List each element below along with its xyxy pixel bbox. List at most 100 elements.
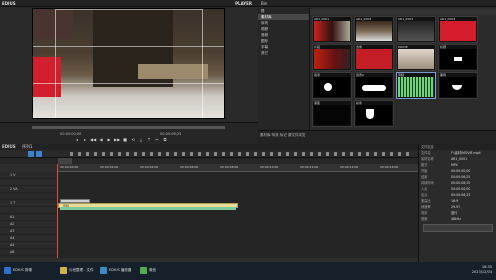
stop-button[interactable]: ■ <box>122 137 128 143</box>
track-header[interactable] <box>0 193 57 200</box>
clip-thumbnail[interactable]: 渐变 <box>312 100 352 127</box>
clip-thumbnail[interactable]: 遮罩 <box>312 72 352 99</box>
ruler-tick: 00:00:02;00 <box>100 165 119 169</box>
ruler-tick: 00:00:10;00 <box>260 165 279 169</box>
clip-thumbnail[interactable]: AR1_0002 <box>354 16 394 43</box>
guide-line <box>33 46 224 47</box>
bin-title: Bin <box>261 1 268 6</box>
overwrite-button[interactable]: ⤒ <box>146 137 152 143</box>
track-header[interactable]: A1 <box>0 214 57 221</box>
app-icon <box>100 267 107 274</box>
player-titlebar: EDIUS PLAYER <box>0 0 258 7</box>
transport-button[interactable]: ▸ <box>82 137 88 143</box>
track-header[interactable]: A3 <box>0 228 57 235</box>
track-header[interactable] <box>0 179 57 186</box>
thumb <box>398 21 434 41</box>
rewind-button[interactable]: ◀◀ <box>90 137 96 143</box>
clip-thumbnail[interactable]: 遮罩2 <box>354 72 394 99</box>
mode-icon[interactable] <box>36 151 42 157</box>
track-header[interactable]: A4 <box>0 235 57 242</box>
effect-list[interactable] <box>423 224 493 232</box>
bin-bottom-tabs: 素材库 特效 标记 源文件浏览 <box>258 130 496 144</box>
track-area[interactable]: 音频 <box>58 172 418 258</box>
thumb-shape <box>362 85 386 91</box>
thumb <box>440 49 476 69</box>
insert-button[interactable]: ⤓ <box>138 137 144 143</box>
ruler-tick: 00:00:16;00 <box>380 165 399 169</box>
video-preview[interactable] <box>32 8 225 119</box>
bin-path-bar[interactable] <box>310 9 496 15</box>
app-logo: EDIUS <box>2 144 16 149</box>
guide-line <box>33 83 224 84</box>
track-header[interactable] <box>0 207 57 214</box>
info-row: 音频 48kHz <box>419 216 496 222</box>
safe-area-guide <box>55 9 203 118</box>
clip-thumbnail[interactable]: 标题 <box>438 44 478 71</box>
thumb <box>398 49 434 69</box>
tree-item[interactable]: 其它 <box>258 50 309 56</box>
thumb <box>356 21 392 41</box>
seek-bar[interactable] <box>32 126 225 129</box>
track-header[interactable]: 1 T <box>0 200 57 207</box>
thumb-shape <box>452 85 462 90</box>
copy-button[interactable]: ⧉ <box>162 137 168 143</box>
playhead[interactable] <box>57 164 58 258</box>
track-headers: 1 V 2 VA 1 T A1 A2 A3 A4 A5 A6 <box>0 172 58 258</box>
clip-thumbnail[interactable]: MOVIE <box>396 44 436 71</box>
thumb <box>440 21 476 41</box>
taskbar-label: EDIUS 剪辑 <box>13 268 32 272</box>
app-logo: EDIUS <box>2 1 16 6</box>
thumb-shape <box>454 57 462 61</box>
thumb <box>356 77 392 97</box>
ruler-tick: 00:00:00;00 <box>60 165 79 169</box>
timecode-out: 00:00:06;25 <box>160 132 182 136</box>
transport-button[interactable]: ◂ <box>74 137 80 143</box>
taskbar-item[interactable]: EDIUS 播放器 <box>100 265 131 276</box>
taskbar-label: 微信 <box>149 268 156 272</box>
transport-bar: 00:00:00;00 00:00:06;25 ◂ ▸ ◀◀ ◀ ▶ ▶▶ ■ … <box>0 122 258 144</box>
clip-thumbnail[interactable]: 黑场 <box>438 72 478 99</box>
track-header[interactable]: A6 <box>0 249 57 256</box>
toolbar-icons[interactable] <box>70 152 410 156</box>
mode-icon[interactable] <box>28 151 34 157</box>
clock-date: 2023/12/04 <box>471 270 492 274</box>
timeline-waveform-clip[interactable] <box>60 207 236 210</box>
clip-thumbnail[interactable]: AR1_0001 <box>312 16 352 43</box>
timeline-panel: EDIUS 序列1 00:00:00;00 00:00:02;00 00:00:… <box>0 144 418 262</box>
ruler-tick: 00:00:14;00 <box>340 165 359 169</box>
info-panel: 文件信息 文件名 F:\素材\MOVIE.mp4 素材名称 AR1_0001 格式 M… <box>418 144 496 262</box>
track-header[interactable]: A2 <box>0 221 57 228</box>
clip-thumbnail[interactable]: 合成 <box>354 44 394 71</box>
time-ruler[interactable]: 00:00:00;00 00:00:02;00 00:00:04;00 00:0… <box>58 164 418 172</box>
taskbar-item[interactable]: 微信 <box>140 265 156 276</box>
palette-tabs[interactable]: 素材库 特效 标记 源文件浏览 <box>260 133 305 138</box>
taskbar-item[interactable]: EDIUS 剪辑 <box>4 265 32 276</box>
thumb-shape <box>366 109 374 119</box>
play-button[interactable]: ▶ <box>106 137 112 143</box>
thumb-shape <box>324 83 332 91</box>
folder-icon <box>60 267 67 274</box>
loop-button[interactable]: ⟲ <box>130 137 136 143</box>
system-clock[interactable]: 16:35 2023/12/04 <box>472 265 492 275</box>
timeline-toolbar <box>0 150 418 158</box>
track-header[interactable]: 1 V <box>0 172 57 179</box>
thumb <box>356 49 392 69</box>
clip-thumbnail[interactable]: 彩条 <box>354 100 394 127</box>
audio-waveform-thumb <box>398 77 434 97</box>
clip-grid: AR1_0001 AR1_0002 AR1_0003 AR1_0004 片段 合… <box>312 16 494 128</box>
player-mode-label[interactable]: PLAYER <box>235 1 252 6</box>
clip-thumbnail[interactable]: AR1_0004 <box>438 16 478 43</box>
clip-thumbnail[interactable]: AR1_0003 <box>396 16 436 43</box>
cut-button[interactable]: ✂ <box>154 137 160 143</box>
step-back-button[interactable]: ◀ <box>98 137 104 143</box>
taskbar-label: EDIUS 播放器 <box>109 268 132 272</box>
track-header[interactable]: A5 <box>0 242 57 249</box>
fast-forward-button[interactable]: ▶▶ <box>114 137 120 143</box>
bin-titlebar: Bin <box>258 0 496 7</box>
track-header[interactable]: 2 VA <box>0 186 57 193</box>
ruler-tick: 00:00:12;00 <box>300 165 319 169</box>
clip-thumbnail[interactable]: 片段 <box>312 44 352 71</box>
clip-thumbnail-selected[interactable]: 音频 <box>396 72 436 99</box>
player-panel: EDIUS PLAYER <box>0 0 258 122</box>
taskbar-item[interactable]: 片段整理 - 文件 <box>60 265 94 276</box>
